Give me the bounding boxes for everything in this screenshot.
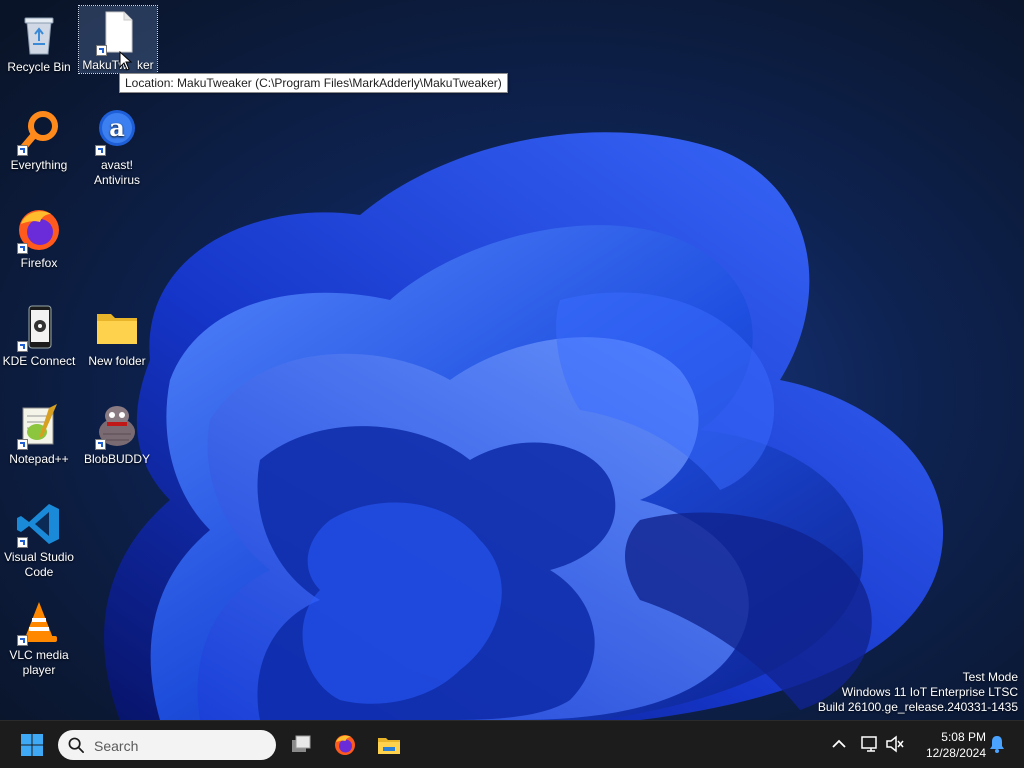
start-button[interactable] — [14, 727, 50, 763]
desktop-icon-avast[interactable]: a avast! Antivirus — [78, 106, 156, 188]
mouse-cursor-icon — [119, 51, 133, 71]
desktop-icon-firefox[interactable]: Firefox — [0, 204, 78, 271]
desktop-icon-makutweaker[interactable]: MakuTw ker — [78, 5, 158, 74]
recycle-bin-icon — [15, 10, 63, 58]
folder-icon — [93, 304, 141, 352]
search-icon — [68, 737, 84, 753]
shortcut-arrow-icon — [95, 439, 106, 450]
desktop-icon-vscode[interactable]: Visual Studio Code — [0, 498, 78, 580]
network-icon — [861, 736, 877, 752]
kde-connect-icon — [15, 304, 63, 352]
desktop-icon-label: KDE Connect — [2, 354, 76, 368]
blob-icon — [93, 402, 141, 450]
show-hidden-icons-button[interactable] — [828, 733, 850, 755]
speaker-muted-icon — [886, 735, 904, 753]
desktop-icon-label-tail: ker — [137, 58, 154, 72]
taskbar-firefox-button[interactable] — [327, 727, 363, 763]
desktop-icon-label: Recycle Bin — [7, 60, 71, 74]
desktop-icon-vlc[interactable]: VLC media player — [0, 596, 78, 678]
desktop-icon-everything[interactable]: Everything — [0, 106, 78, 173]
chevron-up-icon — [832, 739, 846, 748]
notepadpp-icon — [15, 402, 63, 450]
volume-button[interactable] — [884, 733, 906, 755]
file-explorer-icon — [378, 738, 400, 754]
network-status-button[interactable] — [860, 733, 882, 755]
shortcut-arrow-icon — [17, 243, 28, 254]
desktop-icon-blobbuddy[interactable]: BlobBUDDY — [78, 400, 156, 467]
watermark-line-1: Test Mode — [962, 670, 1018, 684]
shortcut-arrow-icon — [96, 45, 107, 56]
clock-date: 12/28/2024 — [925, 746, 986, 760]
shortcut-arrow-icon — [17, 537, 28, 548]
desktop-icon-label: avast! Antivirus — [93, 158, 140, 187]
search-input[interactable] — [92, 735, 266, 757]
taskbar: 5:08 PM 12/28/2024 — [0, 720, 1024, 768]
desktop-icon-notepadpp[interactable]: Notepad++ — [0, 400, 78, 467]
vscode-icon — [15, 500, 63, 548]
desktop-icon-label: Notepad++ — [9, 452, 69, 466]
windows-logo-icon — [21, 734, 43, 756]
shortcut-arrow-icon — [17, 341, 28, 352]
vlc-icon — [15, 598, 63, 646]
shortcut-arrow-icon — [17, 145, 28, 156]
watermark-line-3: Build 26100.ge_release.240331-1435 — [817, 700, 1018, 714]
desktop-icon-label: VLC media player — [9, 648, 69, 677]
location-tooltip: Location: MakuTweaker (C:\Program Files\… — [119, 73, 508, 93]
firefox-icon — [335, 735, 355, 755]
firefox-icon — [15, 206, 63, 254]
taskbar-file-explorer-button[interactable] — [371, 727, 407, 763]
desktop-icon-label: Firefox — [20, 256, 58, 270]
desktop-icon-new-folder[interactable]: New folder — [78, 302, 156, 369]
desktop-icon-kde-connect[interactable]: KDE Connect — [0, 302, 78, 369]
shortcut-arrow-icon — [17, 635, 28, 646]
desktop-icon-label: New folder — [88, 354, 146, 368]
desktop-icon-label: Everything — [10, 158, 68, 172]
avast-icon: a — [93, 108, 141, 156]
clock-time: 5:08 PM — [941, 730, 986, 744]
magnifier-icon — [15, 108, 63, 156]
shortcut-arrow-icon — [95, 145, 106, 156]
watermark-line-2: Windows 11 IoT Enterprise LTSC — [841, 685, 1018, 699]
notifications-button[interactable] — [986, 733, 1008, 755]
svg-text:a: a — [109, 113, 125, 142]
taskbar-clock[interactable]: 5:08 PM 12/28/2024 — [912, 729, 986, 761]
desktop-icon-label: BlobBUDDY — [83, 452, 151, 466]
desktop-icon-label: Visual Studio Code — [4, 550, 74, 579]
task-view-icon — [292, 735, 311, 752]
taskbar-search-box[interactable] — [58, 730, 276, 760]
shortcut-arrow-icon — [17, 439, 28, 450]
desktop-icon-recycle-bin[interactable]: Recycle Bin — [0, 8, 78, 75]
bell-icon — [990, 736, 1004, 753]
blank-file-icon — [94, 8, 142, 56]
test-mode-watermark: Test Mode Windows 11 IoT Enterprise LTSC… — [818, 670, 1018, 715]
task-view-button[interactable] — [283, 727, 319, 763]
